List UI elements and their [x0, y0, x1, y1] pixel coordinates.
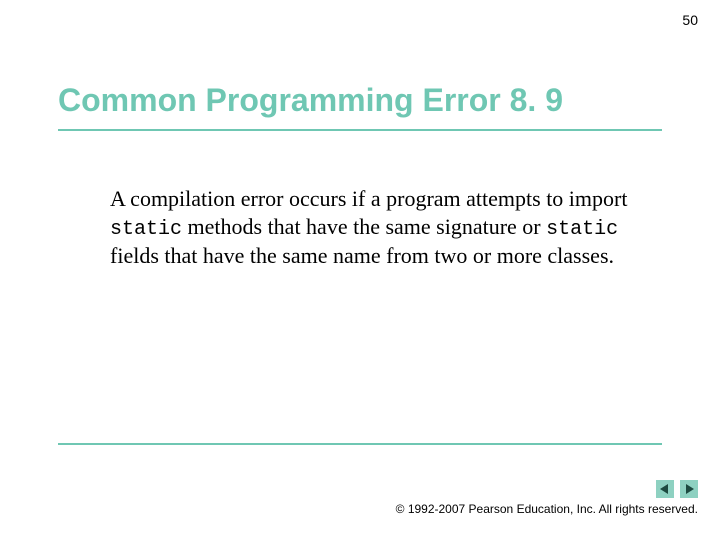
triangle-right-icon	[684, 484, 694, 494]
body-part1: A compilation error occurs if a program …	[110, 186, 627, 211]
prev-button[interactable]	[656, 480, 674, 498]
bottom-divider	[58, 443, 662, 445]
triangle-left-icon	[660, 484, 670, 494]
copyright-text: 1992-2007 Pearson Education, Inc. All ri…	[404, 502, 698, 516]
body-code2: static	[546, 218, 618, 241]
body-text: A compilation error occurs if a program …	[110, 185, 650, 269]
nav-controls	[656, 480, 698, 498]
body-part3: fields that have the same name from two …	[110, 243, 614, 268]
slide-title: Common Programming Error 8. 9	[58, 82, 662, 131]
next-button[interactable]	[680, 480, 698, 498]
body-code1: static	[110, 218, 182, 241]
page-number: 50	[682, 12, 698, 28]
body-part2: methods that have the same signature or	[182, 214, 546, 239]
footer-copyright: © 1992-2007 Pearson Education, Inc. All …	[396, 502, 698, 516]
